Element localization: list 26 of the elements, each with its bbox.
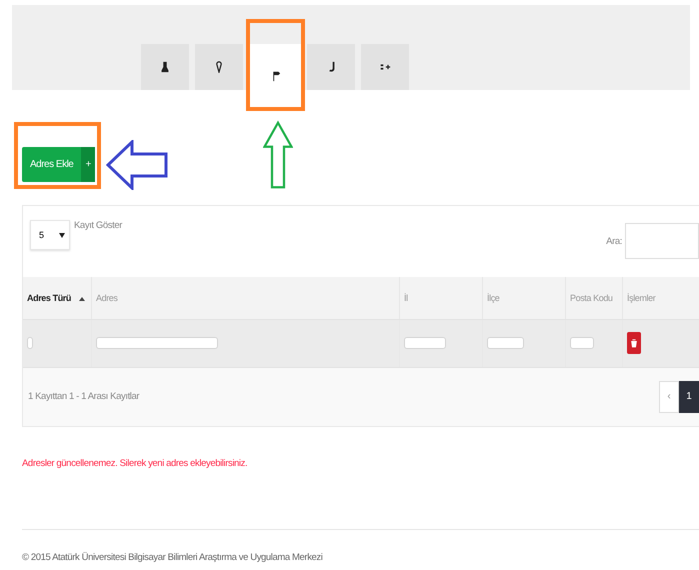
page-size-label: Kayıt Göster xyxy=(74,220,122,231)
redacted-text xyxy=(404,337,446,349)
delete-button[interactable] xyxy=(627,332,641,354)
trash-icon xyxy=(630,338,638,348)
column-header[interactable]: İşlemler xyxy=(622,277,699,319)
warning-text: Adresler güncellenemez. Silerek yeni adres ekleyebilirsiniz. xyxy=(22,458,248,469)
column-header[interactable]: Adres Türü xyxy=(23,277,92,319)
column-header[interactable]: Adres xyxy=(92,277,400,319)
tab[interactable] xyxy=(141,44,189,90)
column-header[interactable]: İlçe xyxy=(482,277,566,319)
redacted-text xyxy=(27,337,33,349)
page-button[interactable]: 1 xyxy=(679,380,699,413)
previous-page-button[interactable]: ‹ xyxy=(659,380,679,413)
search-field[interactable] xyxy=(625,223,699,259)
copyright-text: © 2015 Atatürk Üniversitesi Bilgisayar Bilimleri Araştırma ve Uygulama Merkezi xyxy=(22,552,324,563)
sort-up-icon xyxy=(79,296,86,301)
pin-icon xyxy=(213,61,225,73)
caret-icon xyxy=(59,232,65,238)
redacted-text xyxy=(570,337,594,349)
column-header[interactable]: Posta Kodu xyxy=(566,277,622,319)
add-address-button[interactable]: Adres Ekle + xyxy=(22,147,96,182)
search-label: Ara: xyxy=(606,236,622,246)
column-header[interactable]: İl xyxy=(400,277,482,319)
page-size-select[interactable]: 5 xyxy=(30,220,70,250)
redacted-text xyxy=(487,337,524,349)
record-info: 1 Kayıttan 1 - 1 Arası Kayıtlar xyxy=(28,391,140,402)
